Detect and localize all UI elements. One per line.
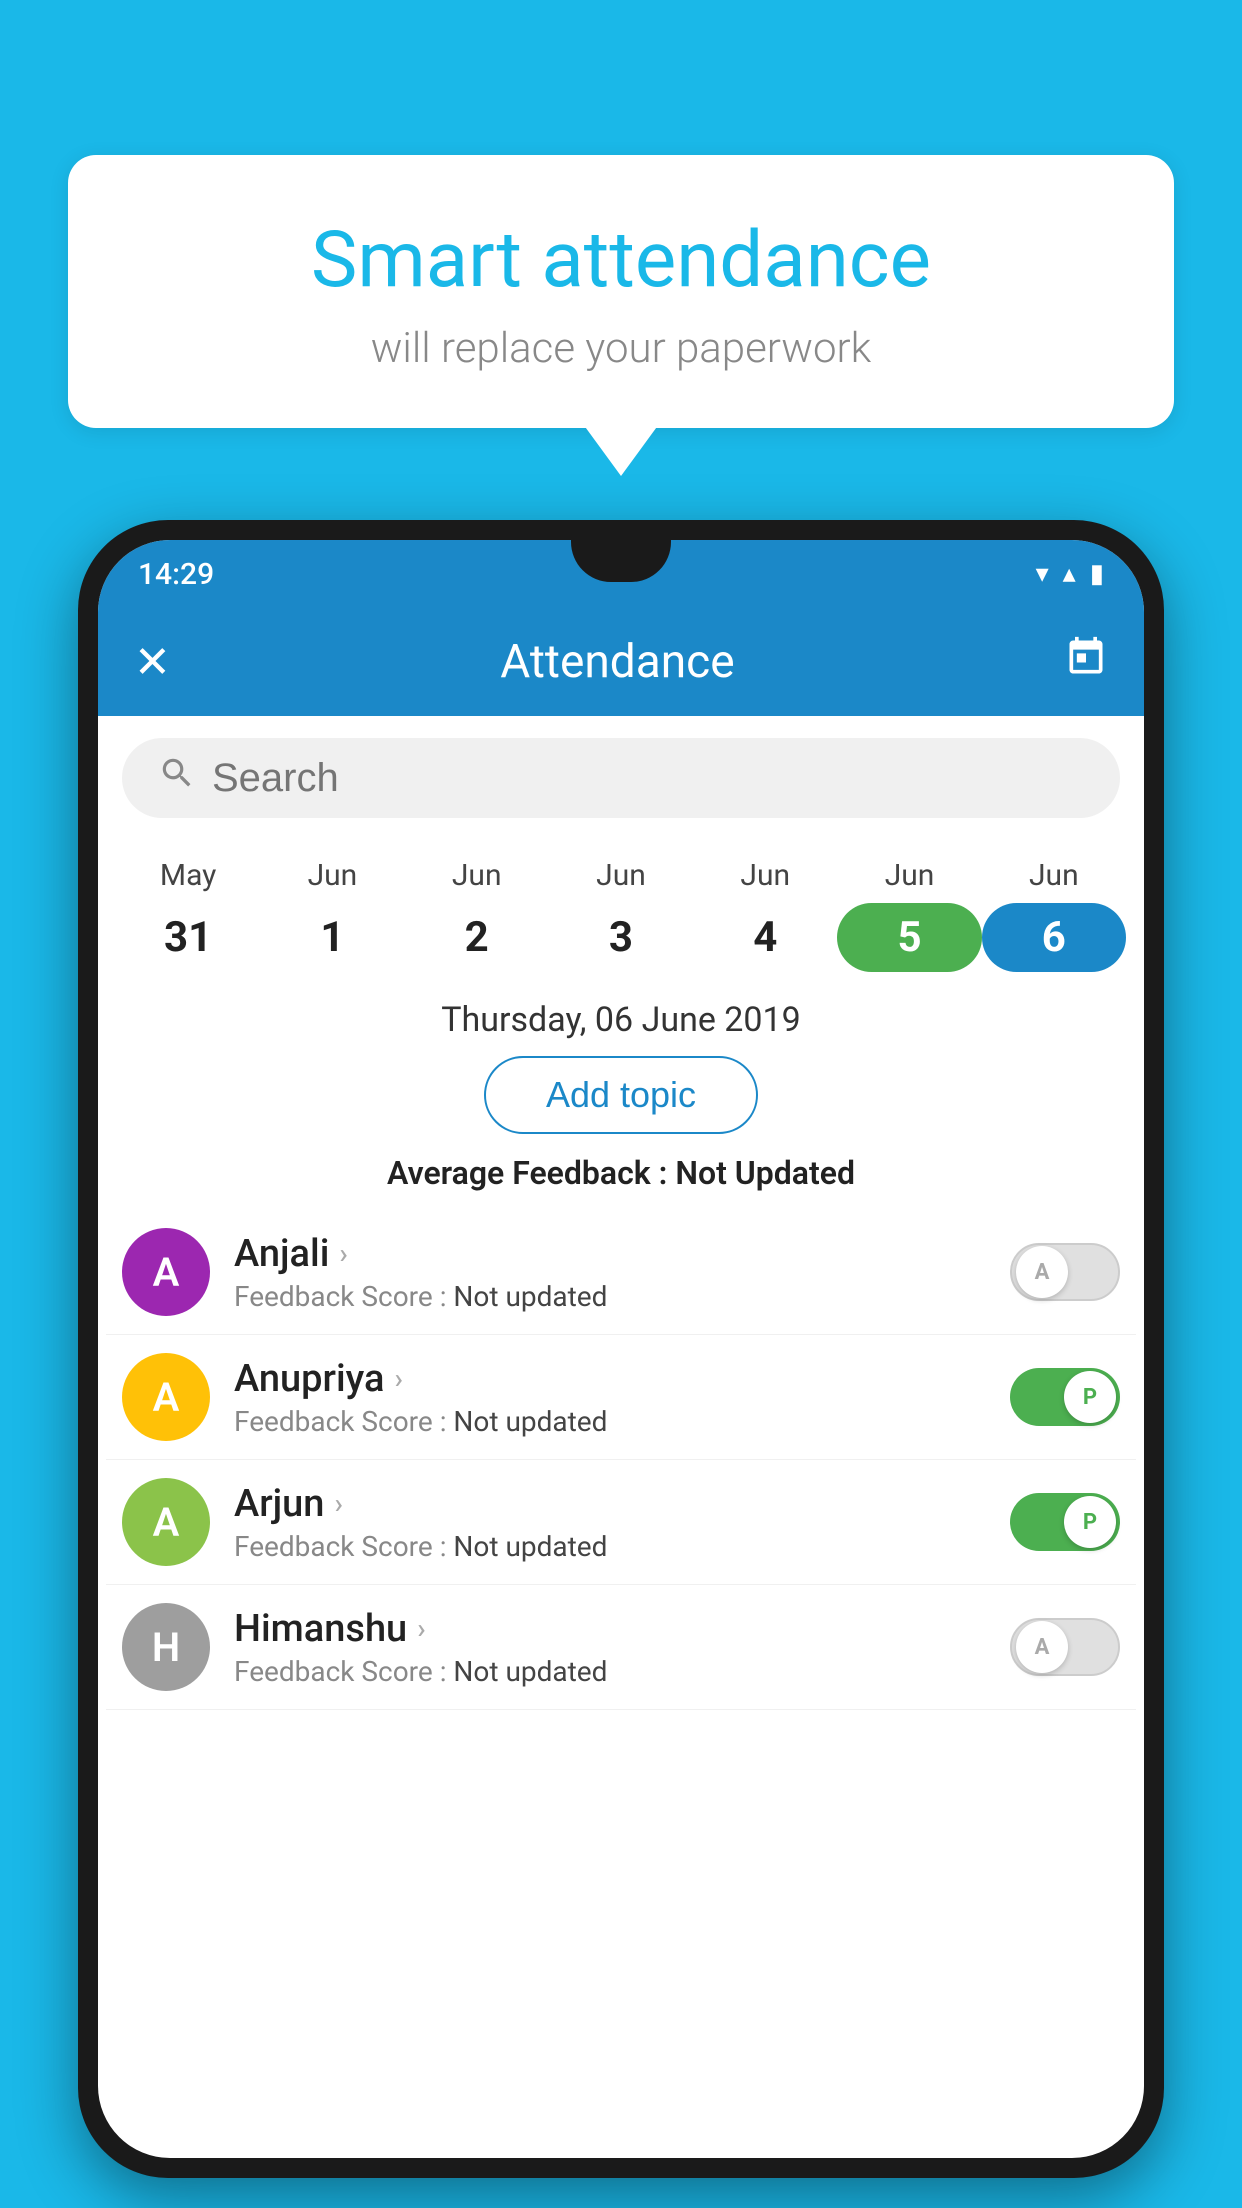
student-name-anupriya: Anupriya › (234, 1357, 1010, 1401)
month-jun-1: Jun (260, 852, 404, 899)
student-feedback-arjun: Feedback Score : Not updated (234, 1530, 1010, 1563)
toggle-knob-anupriya: P (1064, 1371, 1116, 1423)
student-name-anjali: Anjali › (234, 1232, 1010, 1276)
add-topic-button[interactable]: Add topic (484, 1056, 758, 1134)
toggle-switch-arjun[interactable]: P (1010, 1493, 1120, 1551)
month-jun-4: Jun (693, 852, 837, 899)
toggle-anupriya[interactable]: P (1010, 1368, 1120, 1426)
date-1[interactable]: 1 (260, 903, 404, 972)
search-icon (158, 754, 196, 802)
avatar-anjali: A (122, 1228, 210, 1316)
toggle-knob-arjun: P (1064, 1496, 1116, 1548)
student-list: A Anjali › Feedback Score : Not updated … (98, 1210, 1144, 1710)
toggle-knob-anjali: A (1016, 1246, 1068, 1298)
date-3[interactable]: 3 (549, 903, 693, 972)
app-bar-title: Attendance (191, 635, 1044, 689)
toggle-anjali[interactable]: A (1010, 1243, 1120, 1301)
bubble-subtitle: will replace your paperwork (118, 324, 1124, 373)
avatar-arjun: A (122, 1478, 210, 1566)
chevron-arjun: › (334, 1487, 342, 1520)
toggle-switch-anjali[interactable]: A (1010, 1243, 1120, 1301)
student-feedback-himanshu: Feedback Score : Not updated (234, 1655, 1010, 1688)
date-5-today[interactable]: 5 (837, 903, 981, 972)
signal-icon: ▴ (1063, 559, 1076, 589)
wifi-icon: ▾ (1036, 559, 1049, 589)
phone-frame: 14:29 ▾ ▴ ▮ ✕ Attendance (78, 520, 1164, 2178)
student-info-anupriya: Anupriya › Feedback Score : Not updated (234, 1357, 1010, 1438)
speech-bubble: Smart attendance will replace your paper… (68, 155, 1174, 428)
month-jun-6: Jun (982, 852, 1126, 899)
month-may: May (116, 852, 260, 899)
toggle-himanshu[interactable]: A (1010, 1618, 1120, 1676)
notch (571, 540, 671, 582)
bubble-title: Smart attendance (118, 215, 1124, 306)
student-info-arjun: Arjun › Feedback Score : Not updated (234, 1482, 1010, 1563)
month-jun-3: Jun (549, 852, 693, 899)
chevron-anupriya: › (394, 1362, 402, 1395)
date-row: 31 1 2 3 4 5 6 (108, 899, 1134, 982)
date-31[interactable]: 31 (116, 903, 260, 972)
phone-screen: 14:29 ▾ ▴ ▮ ✕ Attendance (98, 540, 1144, 2158)
month-jun-5: Jun (837, 852, 981, 899)
toggle-switch-himanshu[interactable]: A (1010, 1618, 1120, 1676)
date-4[interactable]: 4 (693, 903, 837, 972)
student-info-himanshu: Himanshu › Feedback Score : Not updated (234, 1607, 1010, 1688)
average-feedback: Average Feedback : Not Updated (98, 1154, 1144, 1192)
chevron-anjali: › (339, 1237, 347, 1270)
selected-date-label: Thursday, 06 June 2019 (98, 990, 1144, 1056)
calendar-strip: May Jun Jun Jun Jun Jun Jun 31 1 2 3 4 5… (98, 840, 1144, 990)
student-feedback-anjali: Feedback Score : Not updated (234, 1280, 1010, 1313)
battery-icon: ▮ (1090, 559, 1104, 589)
chevron-himanshu: › (417, 1612, 425, 1645)
toggle-switch-anupriya[interactable]: P (1010, 1368, 1120, 1426)
close-icon[interactable]: ✕ (134, 636, 171, 688)
avatar-himanshu: H (122, 1603, 210, 1691)
student-info-anjali: Anjali › Feedback Score : Not updated (234, 1232, 1010, 1313)
app-bar: ✕ Attendance (98, 608, 1144, 716)
date-6-selected[interactable]: 6 (982, 903, 1126, 972)
search-bar[interactable] (122, 738, 1120, 818)
month-row: May Jun Jun Jun Jun Jun Jun (108, 852, 1134, 899)
student-item-arjun[interactable]: A Arjun › Feedback Score : Not updated P (106, 1460, 1136, 1585)
student-name-arjun: Arjun › (234, 1482, 1010, 1526)
calendar-icon[interactable] (1064, 635, 1108, 690)
search-input[interactable] (212, 756, 1084, 801)
toggle-arjun[interactable]: P (1010, 1493, 1120, 1551)
avg-feedback-label: Average Feedback : (387, 1154, 675, 1192)
student-item-himanshu[interactable]: H Himanshu › Feedback Score : Not update… (106, 1585, 1136, 1710)
status-icons: ▾ ▴ ▮ (1036, 559, 1104, 589)
month-jun-2: Jun (405, 852, 549, 899)
date-2[interactable]: 2 (405, 903, 549, 972)
toggle-knob-himanshu: A (1016, 1621, 1068, 1673)
avatar-anupriya: A (122, 1353, 210, 1441)
student-name-himanshu: Himanshu › (234, 1607, 1010, 1651)
student-item-anjali[interactable]: A Anjali › Feedback Score : Not updated … (106, 1210, 1136, 1335)
student-item-anupriya[interactable]: A Anupriya › Feedback Score : Not update… (106, 1335, 1136, 1460)
avg-feedback-value: Not Updated (675, 1154, 855, 1192)
status-time: 14:29 (138, 557, 214, 592)
student-feedback-anupriya: Feedback Score : Not updated (234, 1405, 1010, 1438)
status-bar: 14:29 ▾ ▴ ▮ (98, 540, 1144, 608)
